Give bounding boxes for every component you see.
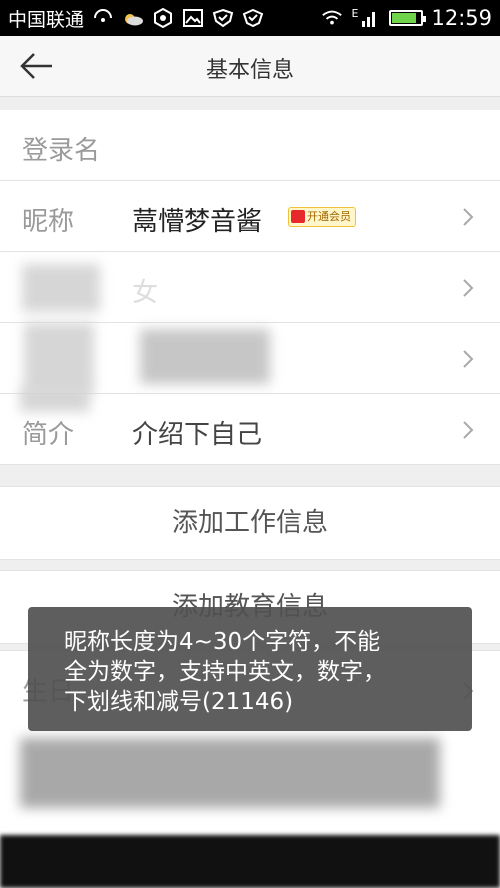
chevron-right-icon	[462, 278, 474, 298]
row-login-name[interactable]: 登录名	[0, 110, 500, 181]
battery-level-fill	[392, 13, 417, 23]
row-nickname[interactable]: 昵称 蒚懵梦音酱 开通会员	[0, 181, 500, 252]
settings-hex-icon	[152, 7, 174, 29]
network-type-label: E	[351, 7, 359, 20]
toast-message: 昵称长度为4~30个字符，不能 全为数字，支持中英文，数字， 下划线和减号(21…	[28, 607, 472, 731]
add-work-info-button[interactable]: 添加工作信息	[0, 486, 500, 560]
crown-icon	[291, 210, 305, 223]
toast-line: 全为数字，支持中英文，数字，	[64, 659, 386, 685]
row-redacted[interactable]	[0, 323, 500, 394]
page-title: 基本信息	[205, 58, 294, 83]
intro-value: 介绍下自己	[132, 420, 263, 450]
vip-badge[interactable]: 开通会员	[288, 207, 356, 227]
shield-icon	[212, 7, 234, 29]
redaction-smudge	[20, 738, 440, 808]
intro-label: 简介	[22, 420, 75, 450]
row-gender[interactable]: 女	[0, 252, 500, 323]
chevron-right-icon	[462, 349, 474, 369]
vip-badge-label: 开通会员	[307, 210, 351, 223]
chevron-right-icon	[462, 207, 474, 227]
login-name-label: 登录名	[22, 136, 101, 166]
gender-value: 女	[132, 278, 159, 308]
redaction-scribble	[0, 835, 500, 888]
vpn-icon	[242, 7, 264, 29]
clock-time: 12:59	[431, 6, 492, 30]
toast-line: 昵称长度为4~30个字符，不能	[64, 629, 381, 655]
carrier-name: 中国联通	[8, 8, 85, 31]
nickname-label: 昵称	[22, 207, 75, 237]
status-left: 中国联通	[8, 5, 264, 32]
redaction-smudge	[140, 329, 270, 384]
status-bar: 中国联通 E 12:59	[0, 0, 500, 36]
toast-line: 下划线和减号(21146)	[64, 689, 294, 715]
signal-icon: E	[351, 7, 381, 29]
battery-charging-icon	[389, 10, 427, 26]
image-icon	[182, 7, 204, 29]
wifi-icon	[321, 7, 343, 29]
hd-call-icon	[92, 7, 114, 29]
redaction-smudge	[24, 323, 94, 393]
profile-info-list: 登录名 昵称 蒚懵梦音酱 开通会员 女 简介 介绍下自己	[0, 110, 500, 465]
chevron-right-icon	[462, 420, 474, 440]
app-header: 基本信息	[0, 36, 500, 97]
status-right: E 12:59	[321, 6, 492, 30]
weather-cloud-icon	[122, 7, 144, 29]
redaction-smudge	[20, 388, 90, 412]
redaction-smudge	[22, 264, 100, 312]
row-intro[interactable]: 简介 介绍下自己	[0, 388, 500, 465]
nickname-value: 蒚懵梦音酱	[132, 207, 263, 237]
